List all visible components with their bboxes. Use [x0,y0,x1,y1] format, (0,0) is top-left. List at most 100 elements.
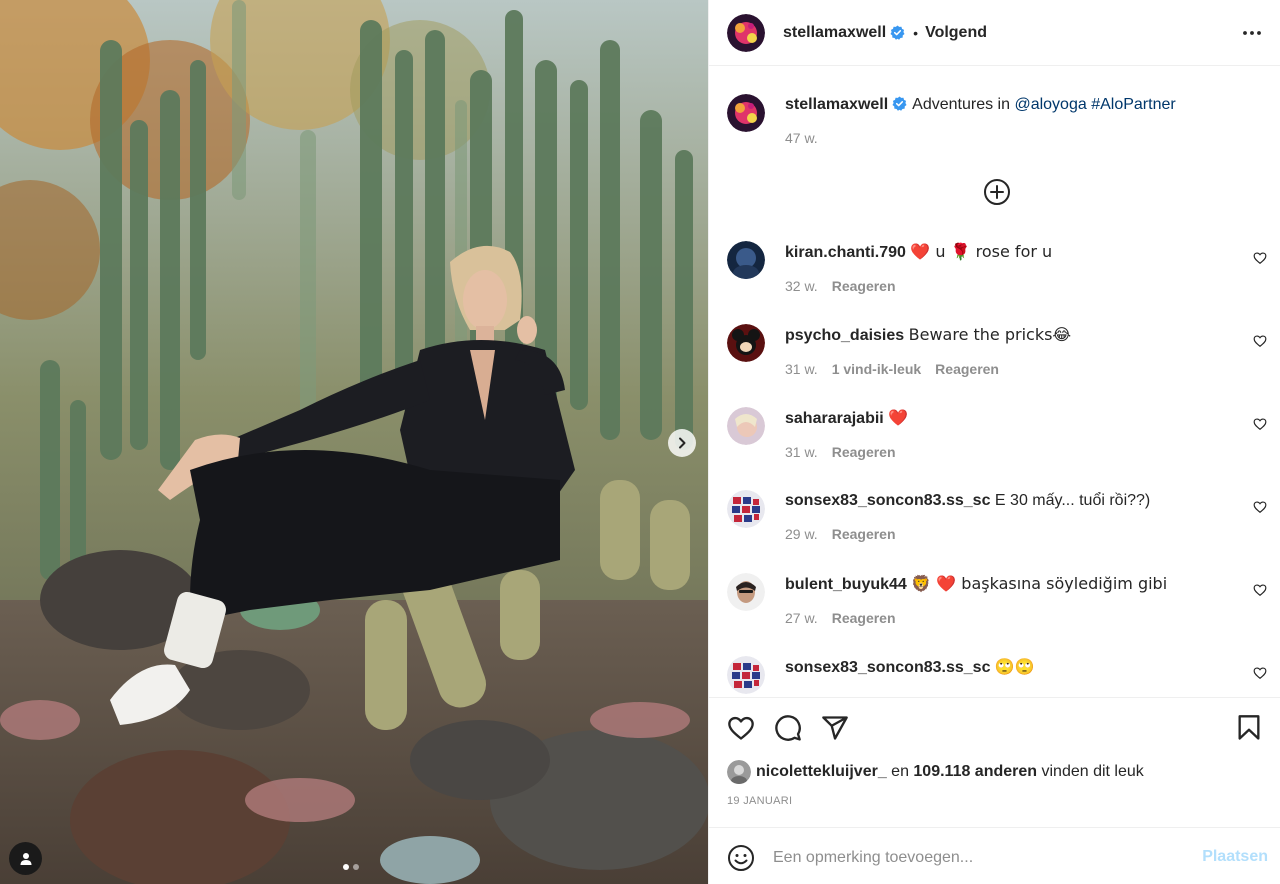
comment-time[interactable]: 31 w. [785,361,818,377]
heart-icon[interactable] [1253,666,1267,680]
comment-body: bulent_buyuk44 🦁 ❤️ başkasına söylediğim… [785,574,1245,626]
comment-meta: 32 w. Reageren [785,278,1245,294]
comment-content: ❤️ u 🌹 rose for u [910,242,1053,261]
avatar-image [727,241,765,279]
comment-time[interactable]: 29 w. [785,526,818,542]
heart-icon[interactable] [1253,417,1267,431]
more-horizontal-icon[interactable] [1241,22,1263,44]
comment-item: sonsex83_soncon83.ss_sc 🙄🙄 [727,656,1267,697]
comment-content: ❤️ [888,408,909,427]
caption-hashtag-link[interactable]: #AloPartner [1091,96,1176,113]
carousel-dot [353,864,359,870]
comment-username[interactable]: kiran.chanti.790 [785,244,906,261]
comments-section[interactable]: stellamaxwell Adventures in @aloyoga #Al… [709,67,1280,697]
comment-likes[interactable]: 1 vind-ik-leuk [832,361,921,377]
heart-icon[interactable] [1253,500,1267,514]
verified-badge-icon [890,25,905,40]
likes-count[interactable]: 109.118 anderen [913,763,1037,781]
author-avatar-image [727,13,765,52]
likes-summary: nicolettekluijver_ en 109.118 anderen vi… [727,760,1144,784]
reply-button[interactable]: Reageren [832,278,896,294]
comment-username[interactable]: sonsex83_soncon83.ss_sc [785,492,990,509]
carousel-indicator [343,864,359,870]
comment-body: kiran.chanti.790 ❤️ u 🌹 rose for u 32 w.… [785,242,1245,294]
bookmark-icon[interactable] [1235,714,1263,742]
post-actions: nicolettekluijver_ en 109.118 anderen vi… [709,697,1280,827]
following-button[interactable]: Volgend [925,24,987,42]
commenter-avatar[interactable] [727,573,765,611]
caption-meta: 47 w. [785,130,1245,146]
comment-meta: 27 w. Reageren [785,610,1245,626]
carousel-dot-active [343,864,349,870]
author-username[interactable]: stellamaxwell [783,24,886,42]
comment-icon[interactable] [774,714,802,742]
comment-username[interactable]: sonsex83_soncon83.ss_sc [785,659,990,676]
author-avatar[interactable] [727,13,765,52]
heart-icon[interactable] [1253,583,1267,597]
comment-username[interactable]: sahararajabii [785,410,884,427]
likes-middle: en [886,763,914,780]
post-date[interactable]: 19 JANUARI [727,795,792,807]
next-slide-button[interactable] [668,429,696,457]
comment-item: sahararajabii ❤️ 31 w. Reageren [727,407,1267,467]
commenter-avatar[interactable] [727,407,765,445]
comment-meta: 31 w. 1 vind-ik-leuk Reageren [785,361,1245,377]
post-header: stellamaxwell • Volgend [709,0,1280,66]
comment-time[interactable]: 31 w. [785,444,818,460]
commenter-avatar[interactable] [727,656,765,694]
reply-button[interactable]: Reageren [832,610,896,626]
heart-icon[interactable] [1253,334,1267,348]
share-icon[interactable] [821,714,849,742]
comment-meta: 29 w. Reageren [785,526,1245,542]
post-comment-button[interactable]: Plaatsen [1202,848,1268,866]
heart-icon[interactable] [727,714,755,742]
avatar-image [727,324,765,362]
comment-content: 🦁 ❤️ başkasına söylediğim gibi [911,574,1168,593]
reply-button[interactable]: Reageren [832,444,896,460]
post-media[interactable] [0,0,708,884]
tagged-users-button[interactable] [9,842,42,875]
avatar-image [727,94,765,132]
caption-mention-link[interactable]: @aloyoga [1014,96,1086,113]
comment-input[interactable] [773,846,1173,870]
comment-item: kiran.chanti.790 ❤️ u 🌹 rose for u 32 w.… [727,241,1267,301]
post-photo [0,0,708,884]
comment-text: kiran.chanti.790 ❤️ u 🌹 rose for u [785,242,1245,263]
heart-icon[interactable] [1253,251,1267,265]
caption-body: stellamaxwell Adventures in @aloyoga #Al… [785,95,1245,146]
liker-username[interactable]: nicolettekluijver_ [756,763,887,781]
caption-username[interactable]: stellamaxwell [785,96,888,113]
comment-text: psycho_daisies Beware the pricks😂 [785,325,1245,346]
avatar-image [727,760,751,784]
avatar-image [727,656,765,694]
comment-username[interactable]: bulent_buyuk44 [785,576,907,593]
comment-text: sahararajabii ❤️ [785,408,1245,429]
comment-item: psycho_daisies Beware the pricks😂 31 w. … [727,324,1267,384]
comment-body: sahararajabii ❤️ 31 w. Reageren [785,408,1245,460]
commenter-avatar[interactable] [727,490,765,528]
post-side-panel: stellamaxwell • Volgend stellamaxwell Ad… [708,0,1280,884]
reply-button[interactable]: Reageren [832,526,896,542]
reply-button[interactable]: Reageren [935,361,999,377]
caption-text-before: Adventures in [912,96,1015,113]
avatar-image [727,407,765,445]
plus-circle-icon[interactable] [983,178,1011,206]
smiley-icon[interactable] [727,844,755,872]
comment-body: sonsex83_soncon83.ss_sc 🙄🙄 [785,657,1245,678]
comment-body: psycho_daisies Beware the pricks😂 31 w. … [785,325,1245,377]
caption-time[interactable]: 47 w. [785,130,818,146]
caption-author-avatar[interactable] [727,94,765,132]
comment-content: E 30 mấy... tuổi rồi??) [994,492,1151,509]
liker-avatar[interactable] [727,760,751,784]
comment-text: sonsex83_soncon83.ss_sc 🙄🙄 [785,657,1245,678]
commenter-avatar[interactable] [727,324,765,362]
comment-text: bulent_buyuk44 🦁 ❤️ başkasına söylediğim… [785,574,1245,595]
comment-meta: 31 w. Reageren [785,444,1245,460]
comment-username[interactable]: psycho_daisies [785,327,904,344]
comment-time[interactable]: 27 w. [785,610,818,626]
commenter-avatar[interactable] [727,241,765,279]
likes-suffix: vinden dit leuk [1037,763,1144,780]
chevron-right-icon [679,437,686,449]
comment-time[interactable]: 32 w. [785,278,818,294]
comment-body: sonsex83_soncon83.ss_sc E 30 mấy... tuổi… [785,491,1245,542]
